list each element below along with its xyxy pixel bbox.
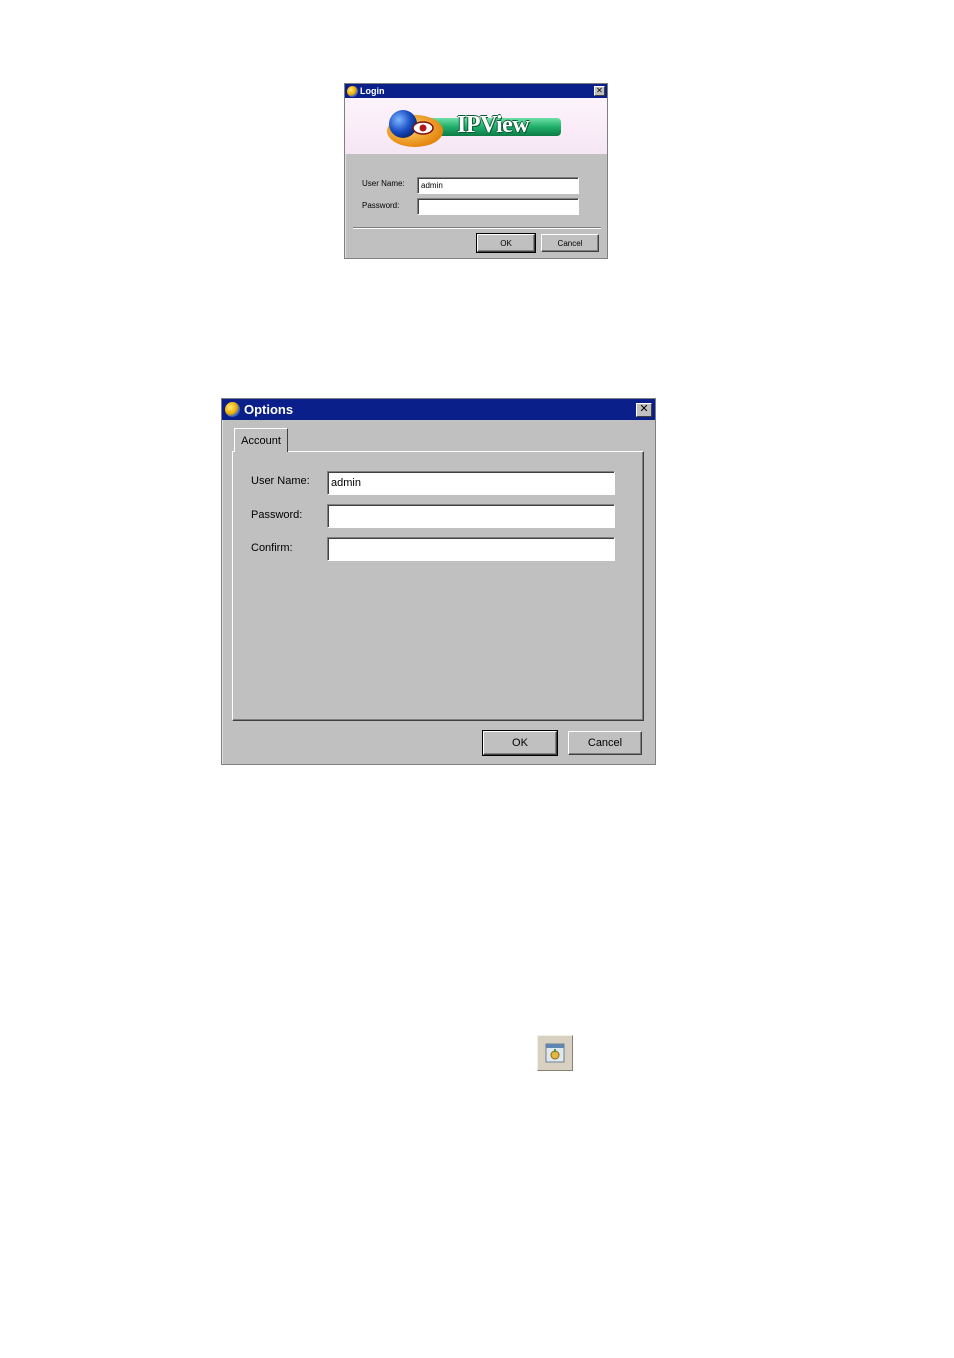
login-title: Login — [360, 86, 385, 96]
close-icon[interactable]: ✕ — [636, 402, 652, 417]
options-username-label: User Name: — [251, 475, 310, 487]
logo-text: IPView — [457, 112, 530, 138]
options-cancel-button[interactable]: Cancel — [568, 731, 642, 755]
toolbar-options-icon[interactable] — [537, 1035, 573, 1071]
options-title: Options — [244, 402, 294, 417]
login-titlebar[interactable]: Login ✕ — [345, 84, 607, 98]
options-confirm-input[interactable] — [327, 537, 615, 561]
options-titlebar[interactable]: Options ✕ — [222, 399, 655, 420]
login-username-input[interactable]: admin — [417, 177, 579, 194]
options-confirm-label: Confirm: — [251, 542, 293, 554]
options-ok-button[interactable]: OK — [482, 730, 558, 756]
login-banner: IPView — [345, 98, 607, 154]
login-password-label: Password: — [362, 201, 400, 210]
close-icon[interactable]: ✕ — [594, 86, 605, 96]
app-icon — [347, 85, 358, 97]
login-password-input[interactable] — [417, 198, 579, 215]
login-dialog: Login ✕ IPView User Name: admin Password… — [344, 83, 608, 259]
options-username-input[interactable]: admin — [327, 471, 615, 495]
login-ok-button[interactable]: OK — [476, 233, 536, 253]
options-password-label: Password: — [251, 509, 303, 521]
logo-globe — [389, 110, 417, 138]
login-username-label: User Name: — [362, 179, 405, 188]
login-cancel-button[interactable]: Cancel — [541, 234, 599, 252]
tab-account-label: Account — [241, 434, 281, 447]
app-icon — [225, 402, 240, 417]
options-icon — [545, 1043, 565, 1063]
tab-account[interactable]: Account — [234, 428, 288, 452]
options-dialog: Options ✕ Account User Name: admin Passw… — [221, 398, 656, 765]
login-separator — [353, 227, 601, 229]
options-password-input[interactable] — [327, 504, 615, 528]
